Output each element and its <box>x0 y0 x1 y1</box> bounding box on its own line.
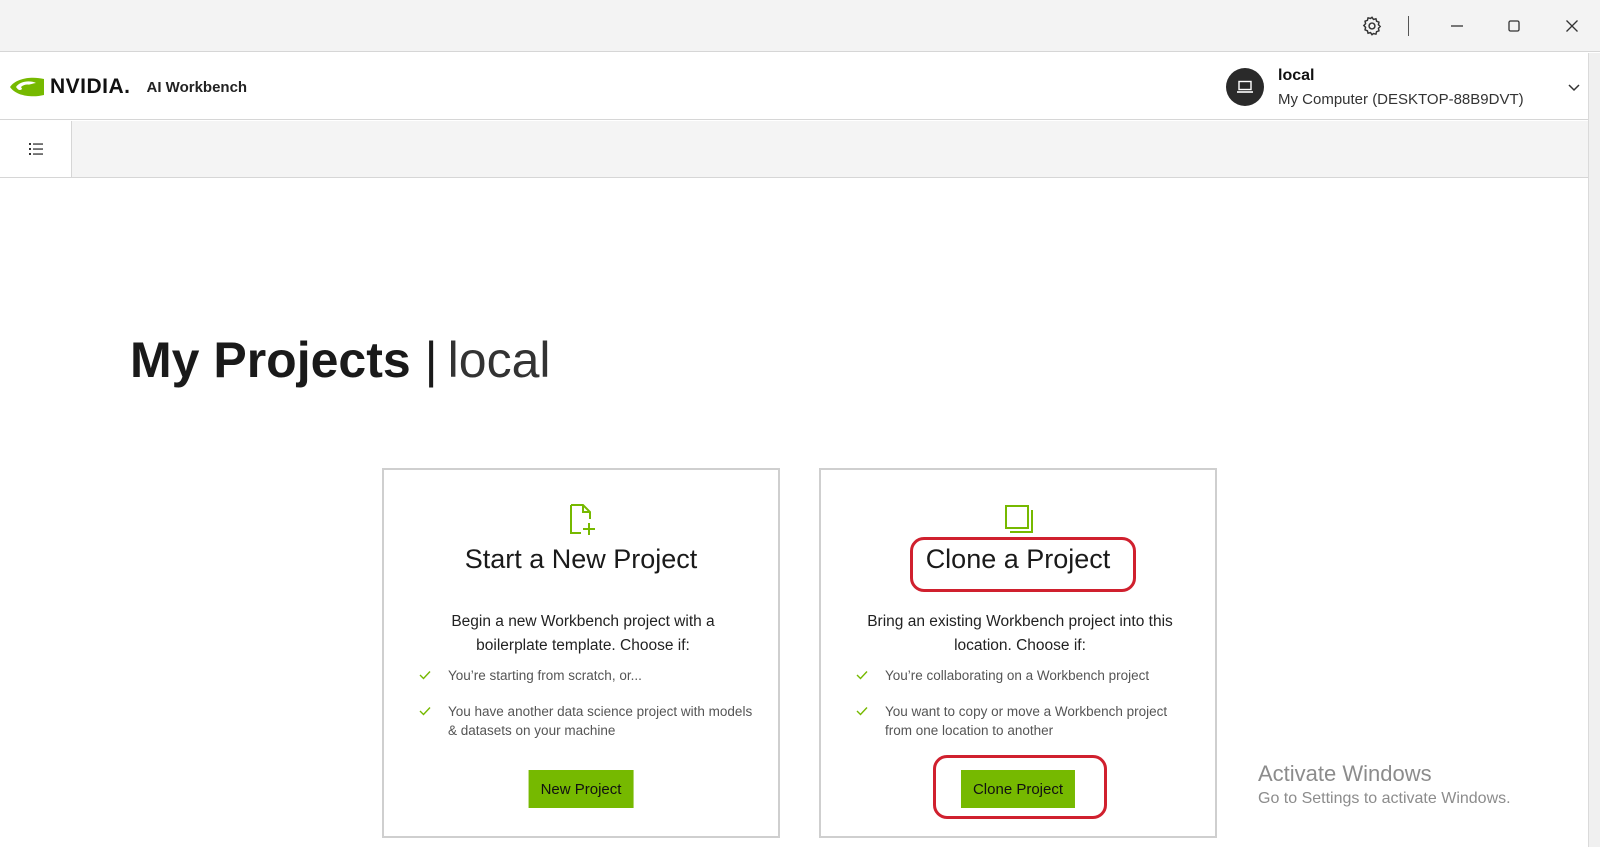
vertical-scrollbar[interactable] <box>1588 53 1600 847</box>
new-file-icon <box>570 504 595 535</box>
new-project-description: Begin a new Workbench project with a boi… <box>451 613 715 654</box>
page-title-separator: | <box>424 332 438 388</box>
clone-project-card: Clone a Project Bring an existing Workbe… <box>819 468 1217 838</box>
list-view-toggle[interactable] <box>0 121 72 177</box>
location-avatar[interactable] <box>1226 68 1264 106</box>
gear-icon <box>1362 16 1382 36</box>
new-project-criteria: You’re starting from scratch, or... You … <box>414 666 754 757</box>
page-title-main: My Projects <box>130 332 411 388</box>
copy-icon <box>1005 505 1033 533</box>
list-item: You have another data science project wi… <box>414 702 754 740</box>
clone-project-button[interactable]: Clone Project <box>960 770 1076 808</box>
page-title: My Projects | local <box>130 330 551 390</box>
new-project-button[interactable]: New Project <box>528 770 634 808</box>
location-description[interactable]: My Computer (DESKTOP-88B9DVT) <box>1278 91 1524 108</box>
new-project-title: Start a New Project <box>464 544 698 574</box>
criteria-text: You’re collaborating on a Workbench proj… <box>885 668 1150 683</box>
list-item: You’re collaborating on a Workbench proj… <box>851 666 1191 685</box>
brand: NVIDIA. AI Workbench <box>8 73 247 101</box>
chevron-down-icon[interactable] <box>1566 79 1582 95</box>
criteria-text: You want to copy or move a Workbench pro… <box>885 704 1168 738</box>
settings-button[interactable] <box>1356 10 1388 42</box>
close-button[interactable] <box>1556 10 1588 42</box>
clone-project-criteria: You’re collaborating on a Workbench proj… <box>851 666 1191 757</box>
titlebar-divider <box>1408 16 1409 36</box>
minimize-button[interactable] <box>1441 10 1473 42</box>
maximize-icon <box>1508 20 1520 32</box>
window-titlebar <box>0 0 1600 52</box>
location-name[interactable]: local <box>1278 67 1314 85</box>
brand-wordmark: NVIDIA. <box>50 75 131 98</box>
nvidia-eye-logo-icon <box>10 77 44 97</box>
activation-watermark: Activate Windows Go to Settings to activ… <box>1258 760 1511 810</box>
page-title-location: local <box>447 332 551 388</box>
criteria-text: You’re starting from scratch, or... <box>448 668 642 683</box>
toolbar <box>0 121 1600 178</box>
check-icon <box>856 671 868 680</box>
maximize-button[interactable] <box>1498 10 1530 42</box>
check-icon <box>856 707 868 716</box>
list-item: You want to copy or move a Workbench pro… <box>851 702 1191 740</box>
check-icon <box>419 707 431 716</box>
close-icon <box>1566 20 1578 32</box>
list-item: You’re starting from scratch, or... <box>414 666 754 685</box>
product-name: AI Workbench <box>146 78 248 96</box>
check-icon <box>419 671 431 680</box>
laptop-icon <box>1237 80 1253 93</box>
watermark-line-1: Activate Windows <box>1258 761 1432 786</box>
list-icon <box>28 143 43 155</box>
clone-project-description: Bring an existing Workbench project into… <box>867 613 1173 654</box>
clone-project-title: Clone a Project <box>925 544 1111 574</box>
new-project-card: Start a New Project Begin a new Workbenc… <box>382 468 780 838</box>
watermark-line-2: Go to Settings to activate Windows. <box>1258 790 1511 807</box>
minimize-icon <box>1451 25 1463 27</box>
criteria-text: You have another data science project wi… <box>448 704 753 738</box>
app-header: NVIDIA. AI Workbench local My Computer (… <box>0 53 1600 120</box>
